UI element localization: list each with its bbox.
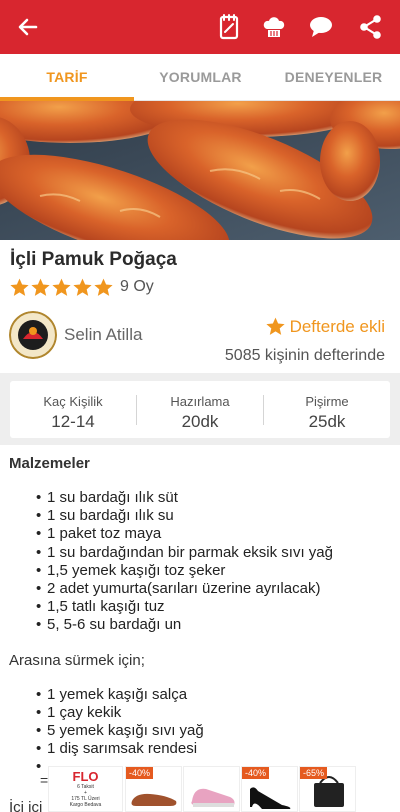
list-item: 1,5 tatlı kaşığı tuz xyxy=(36,598,394,616)
app-bar xyxy=(0,0,400,54)
spread-heading: Arasına sürmek için; xyxy=(9,651,145,669)
tab-bar: TARİF YORUMLAR DENEYENLER xyxy=(0,54,400,101)
cook-time-info: Pişirme 25dk xyxy=(264,381,390,438)
list-item: 1,5 yemek kaşığı toz şeker xyxy=(36,562,394,580)
ad-brand-box[interactable]: FLO 6 Taksit + 175 TL Üzeri Kargo Bedava xyxy=(48,766,123,812)
discount-badge: -40% xyxy=(126,767,154,779)
servings-info: Kaç Kişilik 12-14 xyxy=(10,381,136,438)
list-item: 5, 5-6 su bardağı un xyxy=(36,616,394,634)
saved-to-notebook[interactable]: Defterde ekli xyxy=(265,316,385,337)
list-item: 1 su bardağından bir parmak eksik sıvı y… xyxy=(36,544,394,562)
prep-time-info: Hazırlama 20dk xyxy=(137,381,263,438)
comment-icon[interactable] xyxy=(306,12,336,42)
recipe-photo xyxy=(0,101,400,240)
tab-tarif[interactable]: TARİF xyxy=(0,54,134,101)
author-avatar[interactable] xyxy=(9,311,57,359)
list-item: 1 diş sarımsak rendesi xyxy=(36,740,394,758)
ad-product[interactable] xyxy=(183,766,240,812)
recipe-info-bar: Kaç Kişilik 12-14 Hazırlama 20dk Pişirme… xyxy=(0,373,400,445)
list-item: 1 çay kekik xyxy=(36,704,394,722)
saved-count: 5085 kişinin defterinde xyxy=(224,347,385,364)
star-icon xyxy=(52,278,71,296)
list-item: 1 paket toz maya xyxy=(36,525,394,543)
spread-list: 1 yemek kaşığı salça 1 çay kekik 5 yemek… xyxy=(9,686,394,777)
recipe-info-card: Kaç Kişilik 12-14 Hazırlama 20dk Pişirme… xyxy=(10,381,390,438)
chef-hat-icon[interactable] xyxy=(259,12,289,42)
ad-product[interactable]: -40% xyxy=(241,766,298,812)
list-item: 2 adet yumurta(sarıları üzerine ayrılaca… xyxy=(36,580,394,598)
list-item: 1 su bardağı ılık süt xyxy=(36,489,394,507)
ad-text: Kargo Bedava xyxy=(69,802,102,808)
servings-label: Kaç Kişilik xyxy=(43,394,103,409)
star-icon xyxy=(73,278,92,296)
ad-brand: FLO xyxy=(72,769,99,784)
recipe-content: Malzemeler 1 su bardağı ılık süt 1 su ba… xyxy=(9,455,394,812)
cook-time-label: Pişirme xyxy=(305,394,349,409)
servings-value: 12-14 xyxy=(51,412,95,431)
filling-heading: İçi içi xyxy=(9,799,43,812)
discount-badge: -65% xyxy=(300,767,328,779)
list-item: 1 yemek kaşığı salça xyxy=(36,686,394,704)
discount-badge: -40% xyxy=(242,767,270,779)
prep-time-value: 20dk xyxy=(181,412,219,431)
vote-count: 9 Oy xyxy=(120,278,154,295)
author-name[interactable]: Selin Atilla xyxy=(64,325,142,345)
ad-equals: = xyxy=(40,772,49,788)
notebook-icon[interactable] xyxy=(214,12,244,42)
star-icon xyxy=(265,317,285,335)
saved-label: Defterde ekli xyxy=(289,316,385,336)
ad-banner[interactable]: = FLO 6 Taksit + 175 TL Üzeri Kargo Beda… xyxy=(40,766,356,812)
ad-product[interactable]: -40% xyxy=(125,766,182,812)
star-icon xyxy=(31,278,50,296)
recipe-title: İçli Pamuk Poğaça xyxy=(10,249,177,270)
ingredients-list: 1 su bardağı ılık süt 1 su bardağı ılık … xyxy=(9,489,394,635)
star-icon xyxy=(94,278,113,296)
tab-deneyenler[interactable]: DENEYENLER xyxy=(267,54,400,101)
arrow-left-icon[interactable] xyxy=(14,13,42,41)
list-item: 1 su bardağı ılık su xyxy=(36,507,394,525)
prep-time-label: Hazırlama xyxy=(170,394,230,409)
cook-time-value: 25dk xyxy=(308,412,346,431)
share-icon[interactable] xyxy=(356,12,386,42)
tab-yorumlar[interactable]: YORUMLAR xyxy=(134,54,267,101)
ad-product[interactable]: -65% xyxy=(299,766,356,812)
list-item: 5 yemek kaşığı sıvı yağ xyxy=(36,722,394,740)
star-icon xyxy=(10,278,29,296)
rating[interactable]: 9 Oy xyxy=(9,276,154,298)
sneaker-icon xyxy=(191,788,235,807)
ingredients-heading: Malzemeler xyxy=(9,455,90,472)
